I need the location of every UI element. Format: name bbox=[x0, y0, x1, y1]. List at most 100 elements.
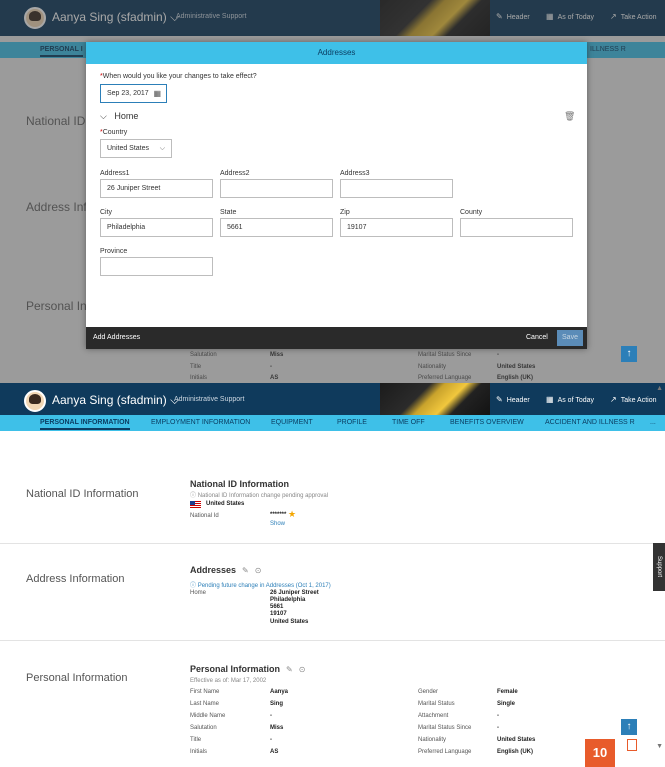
address-line-3: 5661 bbox=[270, 604, 284, 610]
take-action[interactable]: ↗ Take Action bbox=[610, 395, 657, 404]
star-icon: ★ bbox=[288, 509, 297, 519]
save-button[interactable]: Save bbox=[557, 330, 583, 346]
divider bbox=[0, 543, 665, 544]
pencil-icon[interactable]: ✎ bbox=[242, 566, 249, 575]
personal-title: Personal Information ✎ ⊙ bbox=[190, 664, 306, 674]
header-link[interactable]: ✎ Header bbox=[496, 395, 530, 404]
modal-body: *When would you like your changes to tak… bbox=[86, 64, 587, 327]
section-national-id: National ID Information bbox=[26, 488, 139, 500]
app-header: Aanya Sing (sfadmin) ⌵ Administrative Su… bbox=[0, 383, 665, 419]
tab-time-off[interactable]: TIME OFF bbox=[392, 419, 425, 426]
county-input[interactable] bbox=[460, 218, 573, 237]
zip-input[interactable]: 19107 bbox=[340, 218, 453, 237]
pref-lang-value: English (UK) bbox=[497, 749, 533, 755]
address2-label: Address2 bbox=[220, 170, 250, 177]
middle-name-value: - bbox=[270, 713, 272, 719]
city-input[interactable]: Philadelphia bbox=[100, 218, 213, 237]
address-line-5: United States bbox=[270, 619, 309, 625]
tab-benefits-overview[interactable]: BENEFITS OVERVIEW bbox=[450, 419, 524, 426]
address2-input[interactable] bbox=[220, 179, 333, 198]
ms-since-value: - bbox=[497, 725, 499, 731]
divider bbox=[0, 640, 665, 641]
as-of-today[interactable]: ▦ As of Today bbox=[546, 395, 594, 404]
tab-employment-information[interactable]: EMPLOYMENT INFORMATION bbox=[151, 419, 250, 426]
national-id-label: National Id bbox=[190, 513, 219, 519]
tab-equipment[interactable]: EQUIPMENT bbox=[271, 419, 313, 426]
notification-box[interactable] bbox=[627, 739, 637, 751]
province-input[interactable] bbox=[100, 257, 213, 276]
home-section-header[interactable]: ⌵ Home bbox=[100, 111, 138, 122]
chevron-down-icon: ⌵ bbox=[100, 111, 107, 121]
scroll-top-button[interactable]: ↑ bbox=[621, 719, 637, 735]
modal-footer-title: Add Addresses bbox=[93, 334, 141, 341]
address3-input[interactable] bbox=[340, 179, 453, 198]
address-pending[interactable]: ⓘ Pending future change in Addresses (Oc… bbox=[190, 580, 331, 589]
address-type: Home bbox=[190, 590, 207, 596]
effective-date-input[interactable]: Sep 23, 2017 ▦ bbox=[100, 84, 167, 103]
title-label: Title bbox=[190, 737, 202, 743]
scroll-top-button[interactable]: ↑ bbox=[621, 346, 637, 362]
info-icon: ⓘ bbox=[190, 583, 197, 589]
show-link[interactable]: Show bbox=[270, 521, 285, 527]
gender-value: Female bbox=[497, 689, 518, 695]
national-id-pending: ⓘ National ID Information change pending… bbox=[190, 493, 329, 499]
pencil-icon[interactable]: ✎ bbox=[286, 665, 293, 674]
address1-label: Address1 bbox=[100, 170, 130, 177]
middle-name-label: Middle Name bbox=[190, 713, 226, 719]
attachment-label: Attachment bbox=[418, 713, 449, 719]
gender-label: Gender bbox=[418, 689, 439, 695]
address3-label: Address3 bbox=[340, 170, 370, 177]
section-address: Address Information bbox=[26, 573, 125, 585]
tab-profile[interactable]: PROFILE bbox=[337, 419, 367, 426]
user-role: Administrative Support bbox=[174, 396, 245, 403]
county-label: County bbox=[460, 209, 483, 216]
history-icon[interactable]: ⊙ bbox=[255, 566, 262, 575]
province-label: Province bbox=[100, 248, 128, 255]
scroll-up-icon[interactable]: ▲ bbox=[656, 385, 663, 392]
nationality-label: Nationality bbox=[418, 737, 447, 743]
trash-icon[interactable]: 🗑 bbox=[564, 111, 575, 122]
city-label: City bbox=[100, 209, 113, 216]
country-select[interactable]: United States ⌵ bbox=[100, 139, 172, 158]
tab-more[interactable]: ... bbox=[650, 419, 656, 426]
header-banner bbox=[380, 383, 490, 419]
address-line-2: Philadelphia bbox=[270, 597, 306, 603]
marital-status-value: Single bbox=[497, 701, 516, 707]
section-personal: Personal Information bbox=[26, 672, 128, 684]
address1-input[interactable]: 26 Juniper Street bbox=[100, 179, 213, 198]
attachment-value: - bbox=[497, 713, 499, 719]
effect-question: *When would you like your changes to tak… bbox=[100, 73, 257, 80]
calendar-icon: ▦ bbox=[546, 395, 554, 404]
modal-title: Addresses bbox=[86, 42, 587, 64]
scroll-down-icon[interactable]: ▼ bbox=[656, 743, 663, 750]
ms-since-label: Marital Status Since bbox=[418, 725, 472, 731]
info-icon: ⓘ bbox=[190, 493, 197, 499]
tab-accident-illness[interactable]: ACCIDENT AND ILLNESS R bbox=[545, 419, 635, 426]
last-name-label: Last Name bbox=[190, 701, 220, 707]
history-icon[interactable]: ⊙ bbox=[299, 665, 306, 674]
notification-badge[interactable]: 10 bbox=[585, 739, 615, 767]
tab-personal-information[interactable]: PERSONAL INFORMATION bbox=[40, 419, 130, 430]
state-input[interactable]: 5661 bbox=[220, 218, 333, 237]
state-label: State bbox=[220, 209, 237, 216]
initials-value: AS bbox=[270, 749, 279, 755]
title-value: - bbox=[270, 737, 272, 743]
tab-bar: PERSONAL INFORMATION EMPLOYMENT INFORMAT… bbox=[0, 415, 665, 431]
avatar[interactable] bbox=[24, 390, 46, 412]
support-tab[interactable]: Support bbox=[653, 543, 665, 591]
external-icon: ↗ bbox=[610, 395, 617, 404]
last-name-value: Sing bbox=[270, 701, 283, 707]
initials-label: Initials bbox=[190, 749, 208, 755]
profile-page: Aanya Sing (sfadmin) ⌵ Administrative Su… bbox=[0, 383, 665, 767]
chevron-down-icon: ⌵ bbox=[159, 145, 165, 152]
national-id-country: United States bbox=[206, 501, 245, 507]
top-screenshot: Aanya Sing (sfadmin) ⌵ Administrative Su… bbox=[0, 0, 665, 383]
user-name[interactable]: Aanya Sing (sfadmin) ⌵ bbox=[52, 393, 179, 408]
calendar-icon[interactable]: ▦ bbox=[153, 85, 161, 102]
cancel-button[interactable]: Cancel bbox=[526, 334, 548, 341]
address-line-1: 26 Juniper Street bbox=[270, 590, 319, 596]
personal-effective: Effective as of: Mar 17, 2002 bbox=[190, 678, 267, 684]
first-name-value: Aanya bbox=[270, 689, 289, 695]
addresses-title: Addresses ✎ ⊙ bbox=[190, 565, 262, 575]
zip-label: Zip bbox=[340, 209, 350, 216]
